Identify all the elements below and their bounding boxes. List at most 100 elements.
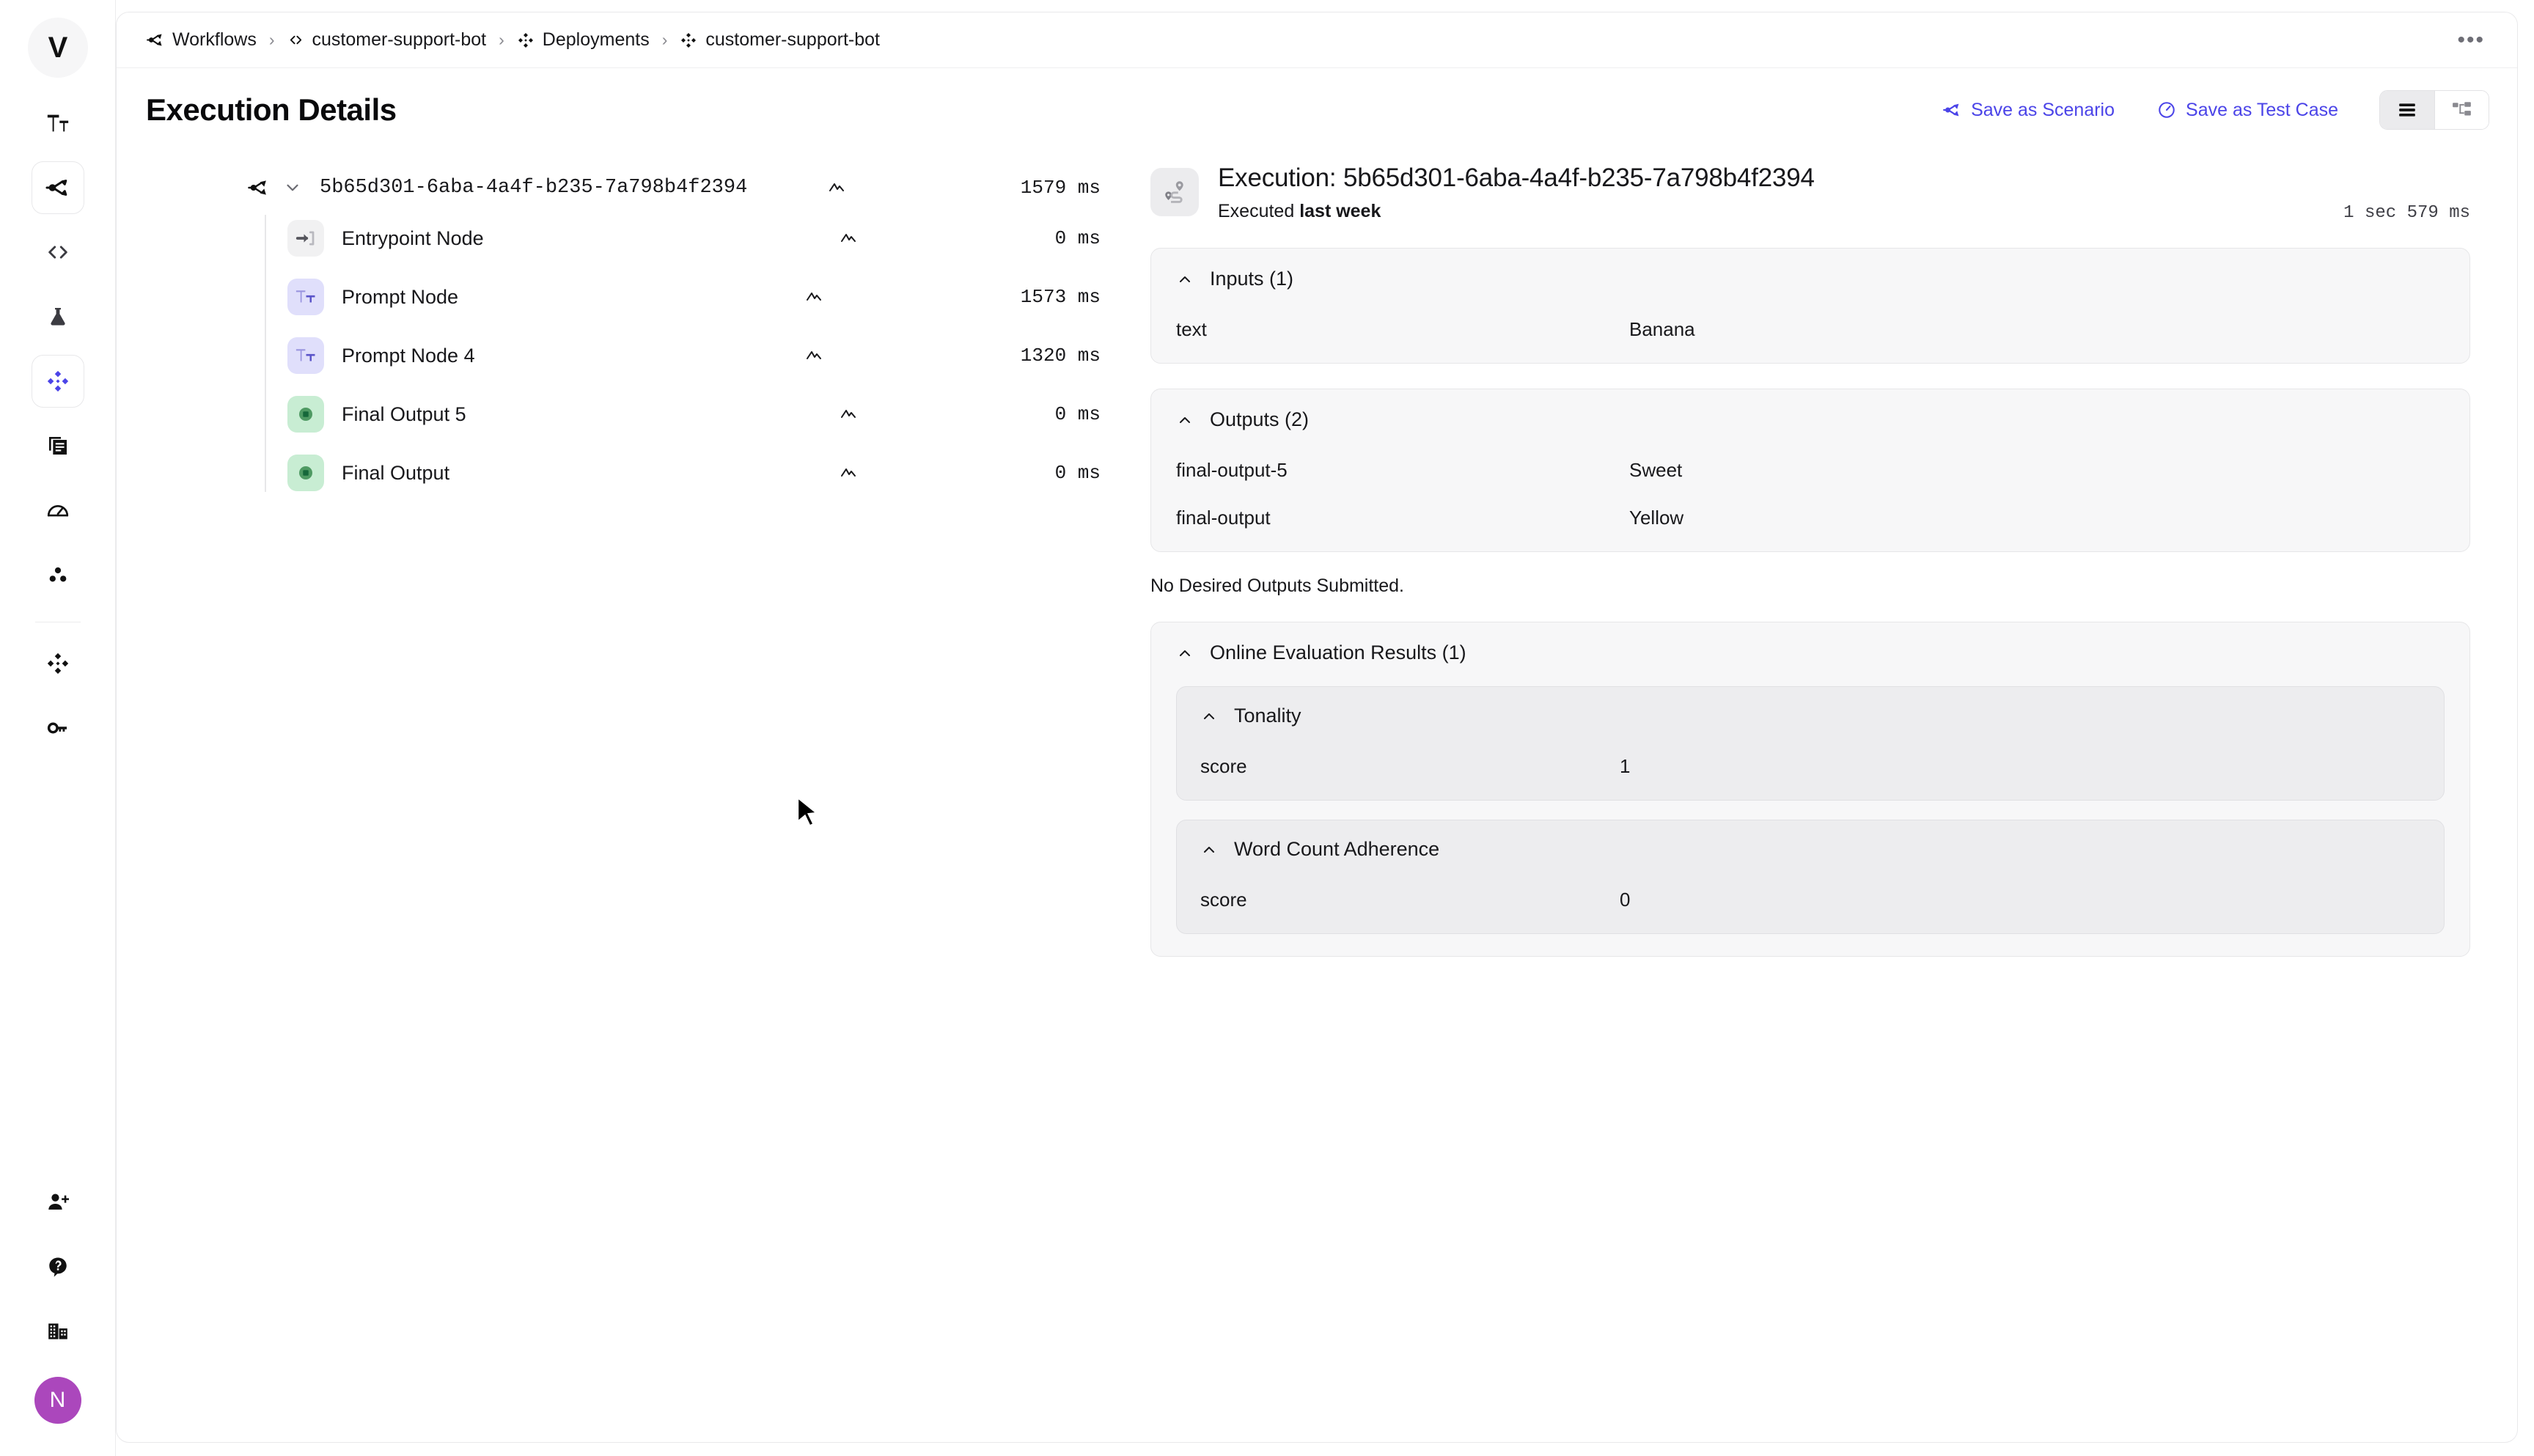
chevron-down-icon[interactable] [283, 178, 302, 197]
online-evaluation-header[interactable]: Online Evaluation Results (1) [1176, 641, 2445, 664]
inputs-card-title: Inputs (1) [1210, 268, 1294, 290]
save-as-scenario-button[interactable]: Save as Scenario [1933, 94, 2123, 127]
metric-header[interactable]: Tonality [1200, 705, 2420, 727]
save-as-test-case-label: Save as Test Case [2186, 99, 2338, 120]
chevron-up-icon[interactable] [1176, 644, 1194, 662]
tree-children: Entrypoint Node 0 ms Prompt Node 1573 ms… [265, 209, 1150, 502]
list-view-button[interactable] [2380, 91, 2434, 129]
breadcrumb-item-deployment-name[interactable]: customer-support-bot [680, 29, 880, 51]
overflow-menu-button[interactable]: ••• [2450, 25, 2492, 56]
inputs-row: text Banana [1176, 318, 2445, 341]
breadcrumb-label: Workflows [172, 29, 257, 50]
metric-title: Word Count Adherence [1234, 838, 1440, 860]
execution-meta-row: Executed last week 1 sec 579 ms [1218, 201, 2470, 223]
input-value: Banana [1629, 318, 1695, 340]
content-body: 5b65d301-6aba-4a4f-b235-7a798b4f2394 157… [117, 136, 2517, 1442]
prompt-icon [287, 337, 324, 374]
output-value: Sweet [1629, 459, 1683, 481]
key-icon [46, 716, 70, 740]
tree-node-label: Final Output [342, 461, 450, 484]
list-icon [2398, 102, 2417, 118]
outputs-row: final-output-5 Sweet [1176, 459, 2445, 482]
deployments-icon [45, 369, 70, 394]
execution-header: Execution: 5b65d301-6aba-4a4f-b235-7a798… [1150, 163, 2470, 223]
inputs-card-header[interactable]: Inputs (1) [1176, 268, 2445, 290]
metric-row: score 1 [1200, 755, 2420, 778]
metric-key: score [1200, 889, 1247, 911]
sidebar-item-deployments[interactable] [31, 355, 84, 408]
online-evaluation-card: Online Evaluation Results (1) Tonality s… [1150, 622, 2470, 957]
evaluation-metrics: Tonality score 1 Word Count Adherence sc… [1176, 664, 2445, 934]
sidebar-item-api-keys[interactable] [32, 702, 84, 754]
sidebar-item-organization[interactable] [32, 1305, 84, 1358]
sidebar-item-documents[interactable] [32, 419, 84, 472]
sidebar-nav [31, 97, 84, 766]
sidebar-item-help[interactable] [32, 1240, 84, 1293]
save-as-scenario-label: Save as Scenario [1971, 99, 2115, 120]
outputs-card: Outputs (2) final-output-5 Sweet final-o… [1150, 389, 2470, 552]
output-key: final-output-5 [1176, 459, 1288, 481]
metric-card-word-count-adherence: Word Count Adherence score 0 [1176, 820, 2445, 934]
page-actions: Save as Scenario Save as Test Case [1909, 90, 2489, 130]
main-area: Workflows › customer-support-bot › Deplo… [116, 0, 2534, 1456]
tree-node-label: Prompt Node [342, 285, 459, 308]
add-user-icon [45, 1190, 70, 1215]
flask-icon [46, 305, 70, 328]
mouse-cursor [796, 796, 823, 830]
breadcrumb-label: Deployments [542, 29, 650, 50]
output-value: Yellow [1629, 507, 1684, 529]
executed-text: Executed last week [1218, 201, 1381, 222]
save-as-test-case-button[interactable]: Save as Test Case [2148, 94, 2347, 127]
inputs-card: Inputs (1) text Banana [1150, 248, 2470, 364]
executed-prefix: Executed [1218, 201, 1300, 221]
code-icon [287, 32, 304, 48]
latency-icon [840, 422, 1046, 523]
tree-node-final-output[interactable]: Final Output 0 ms [287, 444, 1150, 502]
outputs-row: final-output Yellow [1176, 507, 2445, 529]
avatar[interactable]: N [34, 1377, 81, 1424]
sidebar-item-workflows[interactable] [31, 161, 84, 214]
graph-view-button[interactable] [2434, 91, 2489, 129]
breadcrumb-label: customer-support-bot [312, 29, 487, 50]
gauge-icon [2157, 100, 2176, 120]
metric-value: 0 [1620, 889, 1631, 911]
chevron-up-icon[interactable] [1176, 271, 1194, 288]
chevron-up-icon[interactable] [1200, 707, 1218, 725]
sidebar-item-code[interactable] [32, 226, 84, 279]
breadcrumb-item-project[interactable]: customer-support-bot [287, 29, 487, 51]
content-panel: Workflows › customer-support-bot › Deplo… [116, 12, 2518, 1443]
organization-icon [46, 1320, 70, 1343]
breadcrumb-item-workflows[interactable]: Workflows [146, 29, 257, 51]
metric-header[interactable]: Word Count Adherence [1200, 838, 2420, 861]
breadcrumb-label: customer-support-bot [705, 29, 880, 50]
breadcrumb-item-deployments[interactable]: Deployments [517, 29, 650, 51]
metric-title: Tonality [1234, 705, 1301, 727]
sidebar-item-text-format[interactable] [32, 97, 84, 150]
prompt-icon [287, 279, 324, 315]
metric-key: score [1200, 755, 1247, 777]
execution-route-icon [1150, 168, 1199, 216]
final-output-icon [287, 396, 324, 433]
breadcrumb-separator: › [268, 30, 275, 49]
entrypoint-icon [287, 220, 324, 257]
duration-value: 0 ms [1054, 462, 1101, 484]
sidebar-item-evaluations[interactable] [32, 484, 84, 537]
chevron-up-icon[interactable] [1176, 411, 1194, 429]
sidebar-item-invite[interactable] [32, 1176, 84, 1229]
workflows-icon [245, 177, 271, 199]
sidebar-item-models[interactable] [32, 637, 84, 690]
sidebar-item-clusters[interactable] [32, 548, 84, 601]
tree-node-duration: 0 ms [840, 422, 1101, 523]
breadcrumb-separator: › [499, 30, 504, 49]
breadcrumb-bar: Workflows › customer-support-bot › Deplo… [117, 12, 2517, 68]
app-logo[interactable]: V [27, 18, 88, 78]
text-format-icon [45, 111, 70, 136]
page-header: Execution Details Save as Scenario Save … [117, 68, 2517, 136]
online-evaluation-title: Online Evaluation Results (1) [1210, 641, 1466, 663]
sidebar-item-experiments[interactable] [32, 290, 84, 343]
execution-title: Execution: 5b65d301-6aba-4a4f-b235-7a798… [1218, 163, 1815, 192]
outputs-card-header[interactable]: Outputs (2) [1176, 408, 2445, 431]
workflows-icon [45, 174, 71, 201]
chevron-up-icon[interactable] [1200, 841, 1218, 858]
executed-when: last week [1299, 201, 1381, 221]
